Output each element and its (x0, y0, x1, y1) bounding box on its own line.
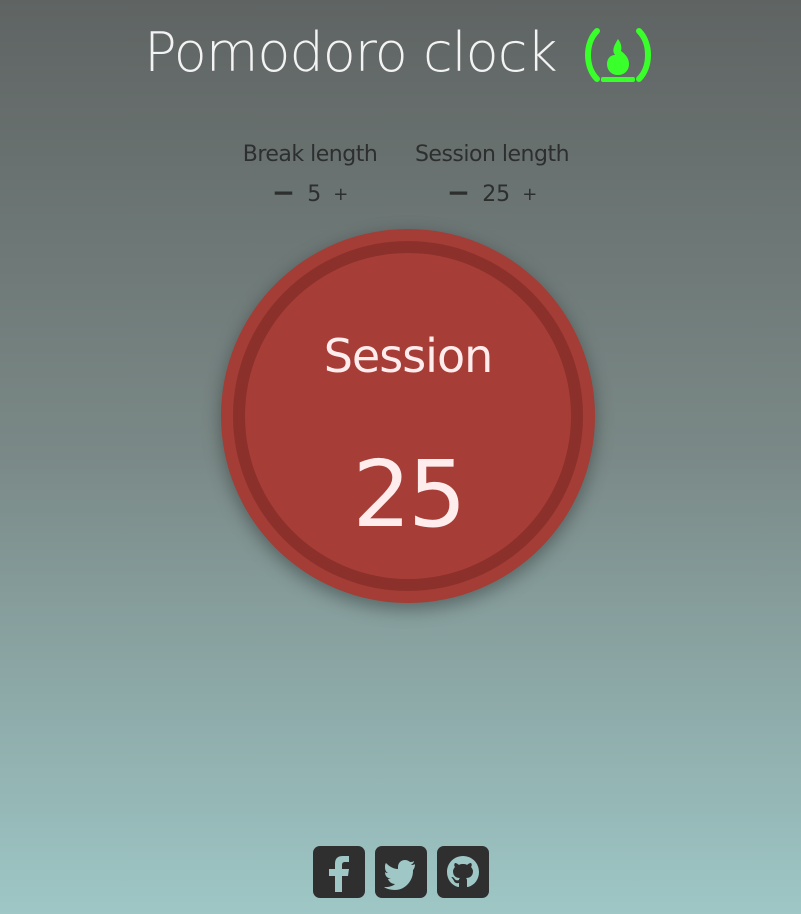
github-icon[interactable] (436, 846, 489, 898)
fire-logo (579, 17, 657, 87)
clock-time-display: 25 (352, 441, 466, 548)
session-length-label: Session length (414, 142, 570, 167)
social-links (0, 846, 801, 898)
length-settings: Break length − 5 + Session length − 25 + (0, 140, 801, 210)
break-length-value: 5 (307, 182, 322, 207)
facebook-icon[interactable] (312, 846, 365, 898)
twitter-icon[interactable] (374, 846, 427, 898)
session-decrement-button[interactable]: − (447, 179, 470, 207)
session-increment-button[interactable]: + (522, 186, 537, 204)
facebook-glyph (328, 856, 349, 892)
session-clock[interactable]: Session 25 (221, 229, 595, 603)
break-length-label: Break length (242, 142, 378, 167)
session-length-controls: − 25 + (447, 179, 538, 210)
session-length-value: 25 (482, 182, 511, 207)
break-length-setting: Break length − 5 + (220, 140, 400, 210)
title-text: Pomodoro clock (144, 21, 558, 84)
page-title: Pomodoro clock (0, 18, 801, 88)
break-increment-button[interactable]: + (333, 186, 348, 204)
break-length-controls: − 5 + (272, 179, 349, 210)
clock-mode-label: Session (323, 329, 494, 383)
fire-icon (584, 28, 651, 83)
github-glyph (446, 856, 479, 887)
session-length-setting: Session length − 25 + (402, 140, 582, 210)
clock-face[interactable]: Session 25 (233, 241, 583, 591)
twitter-glyph (383, 860, 415, 890)
break-decrement-button[interactable]: − (272, 179, 295, 207)
